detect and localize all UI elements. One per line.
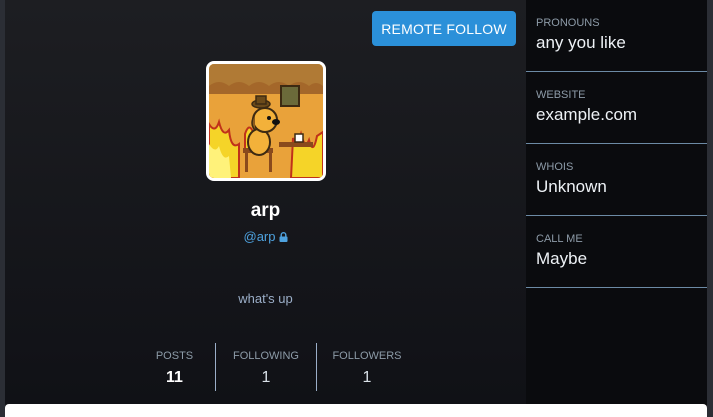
right-column-edge [707,0,713,417]
stat-following-label: FOLLOWING [232,350,299,362]
field-call-me: CALL ME Maybe [526,216,707,288]
field-website: WEBSITE example.com [526,72,707,144]
stat-posts[interactable]: POSTS 11 [135,343,214,391]
field-website-value[interactable]: example.com [536,105,637,125]
field-pronouns: PRONOUNS any you like [526,0,707,72]
stat-posts-label: POSTS [155,350,194,362]
this-is-fine-dog-icon [209,64,323,178]
avatar[interactable] [206,61,326,181]
field-call-me-name: CALL ME [536,233,583,245]
field-whois: WHOIS Unknown [526,144,707,216]
profile-bio: what's up [238,291,293,306]
stat-followers[interactable]: FOLLOWERS 1 [316,343,417,391]
stat-following-count: 1 [261,369,271,386]
lock-icon [279,232,287,242]
stat-followers-label: FOLLOWERS [332,350,402,362]
field-pronouns-value: any you like [536,33,626,52]
username-text[interactable]: @arp [244,229,276,244]
field-call-me-value: Maybe [536,249,588,268]
remote-follow-button[interactable]: REMOTE FOLLOW [372,11,516,46]
profile-header: REMOTE FOLLOW arp @arp what's up POSTS 1… [5,0,526,404]
field-pronouns-name: PRONOUNS [536,17,600,29]
field-website-name: WEBSITE [536,89,586,101]
field-whois-value: Unknown [536,177,607,196]
display-name: arp [250,200,281,221]
stat-following[interactable]: FOLLOWING 1 [215,343,316,391]
content-area-top-edge [5,404,707,417]
stat-posts-count: 11 [166,369,183,386]
username[interactable]: @arp [5,229,526,244]
stat-followers-count: 1 [362,369,372,386]
field-whois-name: WHOIS [536,161,574,173]
profile-fields: PRONOUNS any you like WEBSITE example.co… [526,0,707,417]
profile-stats: POSTS 11 FOLLOWING 1 FOLLOWERS 1 [135,343,425,391]
